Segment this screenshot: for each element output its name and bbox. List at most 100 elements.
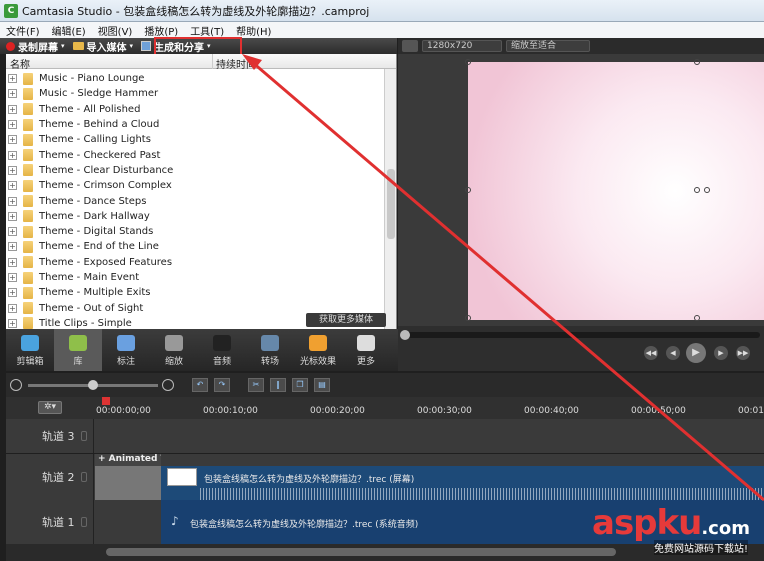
menu-play[interactable]: 播放(P) [144, 23, 178, 38]
zoom-fit-select[interactable]: 缩放至适合 [506, 40, 590, 52]
menu-help[interactable]: 帮助(H) [236, 23, 271, 38]
tab-more[interactable]: 更多 [342, 329, 390, 371]
expand-icon[interactable]: + [8, 227, 17, 237]
list-item[interactable]: + Theme - Dance Steps [6, 193, 383, 208]
zoom-out-icon[interactable] [10, 379, 22, 391]
main-toolbar: 录制屏幕 ▾ 导入媒体 ▾ 生成和分享 ▾ [0, 38, 397, 54]
list-item[interactable]: + Music - Sledge Hammer [6, 86, 383, 101]
redo-icon[interactable]: ↷ [214, 378, 230, 392]
list-item[interactable]: + Theme - Checkered Past [6, 147, 383, 162]
lock-icon[interactable] [81, 517, 87, 527]
expand-icon[interactable]: + [8, 303, 17, 313]
list-item[interactable]: + Theme - All Polished [6, 102, 383, 117]
list-item[interactable]: + Theme - Multiple Exits [6, 285, 383, 300]
tab-label: 光标效果 [299, 357, 336, 367]
expand-icon[interactable]: + [8, 318, 17, 328]
column-duration[interactable]: 持续时间 [216, 56, 256, 71]
crop-icon[interactable] [402, 40, 418, 52]
copy-icon[interactable]: ❐ [292, 378, 308, 392]
cut-icon[interactable]: ✂ [248, 378, 264, 392]
menu-view[interactable]: 视图(V) [98, 23, 133, 38]
lock-icon[interactable] [81, 431, 87, 441]
resize-handle[interactable] [465, 315, 471, 321]
library-list-panel: 名称 持续时间 + Music - Piano Lounge + Music - Sl… [6, 54, 397, 329]
resize-handle[interactable] [465, 187, 471, 193]
timeline-ruler[interactable]: ✲▾ 00:00:00;00 00:00:10;00 00:00:20;00 00:0… [6, 397, 764, 419]
gear-icon[interactable]: ✲▾ [38, 401, 62, 414]
expand-icon[interactable]: + [8, 74, 17, 84]
tab-library[interactable]: 库 [54, 329, 102, 371]
expand-icon[interactable]: + [8, 150, 17, 160]
expand-icon[interactable]: + [8, 165, 17, 175]
expand-icon[interactable]: + [8, 288, 17, 298]
zoom-slider-knob[interactable] [88, 379, 98, 390]
preview-canvas[interactable] [468, 62, 764, 320]
timeline-zoom-slider[interactable] [28, 379, 158, 390]
list-item-label: Theme - Dark Hallway [39, 210, 150, 222]
expand-icon[interactable]: + [8, 135, 17, 145]
play-icon[interactable]: ▶ [686, 343, 706, 363]
menu-edit[interactable]: 编辑(E) [52, 23, 86, 38]
column-divider[interactable] [212, 54, 213, 69]
tab-cursor-effect[interactable]: 光标效果 [294, 329, 342, 371]
list-item[interactable]: + Theme - Behind a Cloud [6, 117, 383, 132]
tab-clip-bin[interactable]: 剪辑箱 [6, 329, 54, 371]
expand-icon[interactable]: + [8, 211, 17, 221]
expand-icon[interactable]: + [8, 273, 17, 282]
tab-callout[interactable]: 标注 [102, 329, 150, 371]
resize-handle[interactable] [694, 187, 700, 193]
chevron-down-icon: ▾ [129, 42, 134, 50]
playhead-marker[interactable] [102, 397, 110, 405]
expand-icon[interactable]: + [8, 257, 17, 267]
resize-handle[interactable] [704, 187, 710, 193]
zoom-in-icon[interactable] [162, 379, 174, 391]
list-item[interactable]: + Theme - Dark Hallway [6, 209, 383, 224]
skip-back-icon[interactable]: ◀◀ [644, 346, 658, 360]
list-header: 名称 持续时间 [6, 54, 396, 71]
skip-forward-icon[interactable]: ▶▶ [736, 346, 750, 360]
playback-scrubber[interactable] [400, 330, 760, 340]
menu-file[interactable]: 文件(F) [6, 23, 40, 38]
folder-icon [23, 72, 33, 85]
lock-icon[interactable] [81, 472, 87, 482]
list-item[interactable]: + Theme - Exposed Features [6, 255, 383, 270]
expand-icon[interactable]: + [8, 120, 17, 130]
split-icon[interactable]: ‖ [270, 378, 286, 392]
expand-icon[interactable]: + [8, 104, 17, 114]
step-back-icon[interactable]: ◀ [666, 346, 680, 360]
list-item[interactable]: + Theme - Main Event [6, 270, 383, 285]
list-item[interactable]: + Theme - Clear Disturbance [6, 163, 383, 178]
list-item[interactable]: + Theme - End of the Line [6, 239, 383, 254]
callout-icon [117, 335, 135, 351]
list-item[interactable]: + Theme - Calling Lights [6, 132, 383, 147]
undo-icon[interactable]: ↶ [192, 378, 208, 392]
tab-zoom[interactable]: 缩放 [150, 329, 198, 371]
paste-icon[interactable]: ▤ [314, 378, 330, 392]
resize-handle[interactable] [694, 59, 700, 65]
tab-audio[interactable]: 音频 [198, 329, 246, 371]
library-icon [69, 335, 87, 351]
get-more-media-button[interactable]: 获取更多媒体 [306, 313, 386, 327]
expand-icon[interactable]: + [8, 196, 17, 206]
step-forward-icon[interactable]: ▶ [714, 346, 728, 360]
menu-tools[interactable]: 工具(T) [190, 23, 224, 38]
expand-icon[interactable]: + [8, 89, 17, 99]
column-name[interactable]: 名称 [10, 56, 30, 71]
record-screen-button[interactable]: 录制屏幕 ▾ [6, 39, 65, 54]
scrubber-knob[interactable] [400, 330, 410, 340]
resolution-field[interactable]: 1280x720 [422, 40, 502, 52]
list-item[interactable]: + Theme - Crimson Complex [6, 178, 383, 193]
scrollbar-thumb[interactable] [387, 169, 395, 239]
tab-transition[interactable]: 转场 [246, 329, 294, 371]
produce-share-button[interactable]: 生成和分享 ▾ [141, 39, 211, 54]
list-scrollbar[interactable] [384, 69, 396, 329]
timeline-scrollbar[interactable] [6, 544, 764, 561]
list-item[interactable]: + Music - Piano Lounge [6, 71, 383, 86]
expand-icon[interactable]: + [8, 181, 17, 191]
expand-icon[interactable]: + [8, 242, 17, 252]
import-media-button[interactable]: 导入媒体 ▾ [72, 39, 134, 54]
resize-handle[interactable] [465, 59, 471, 65]
resize-handle[interactable] [694, 315, 700, 321]
list-item[interactable]: + Theme - Digital Stands [6, 224, 383, 239]
scrollbar-thumb[interactable] [106, 548, 616, 556]
